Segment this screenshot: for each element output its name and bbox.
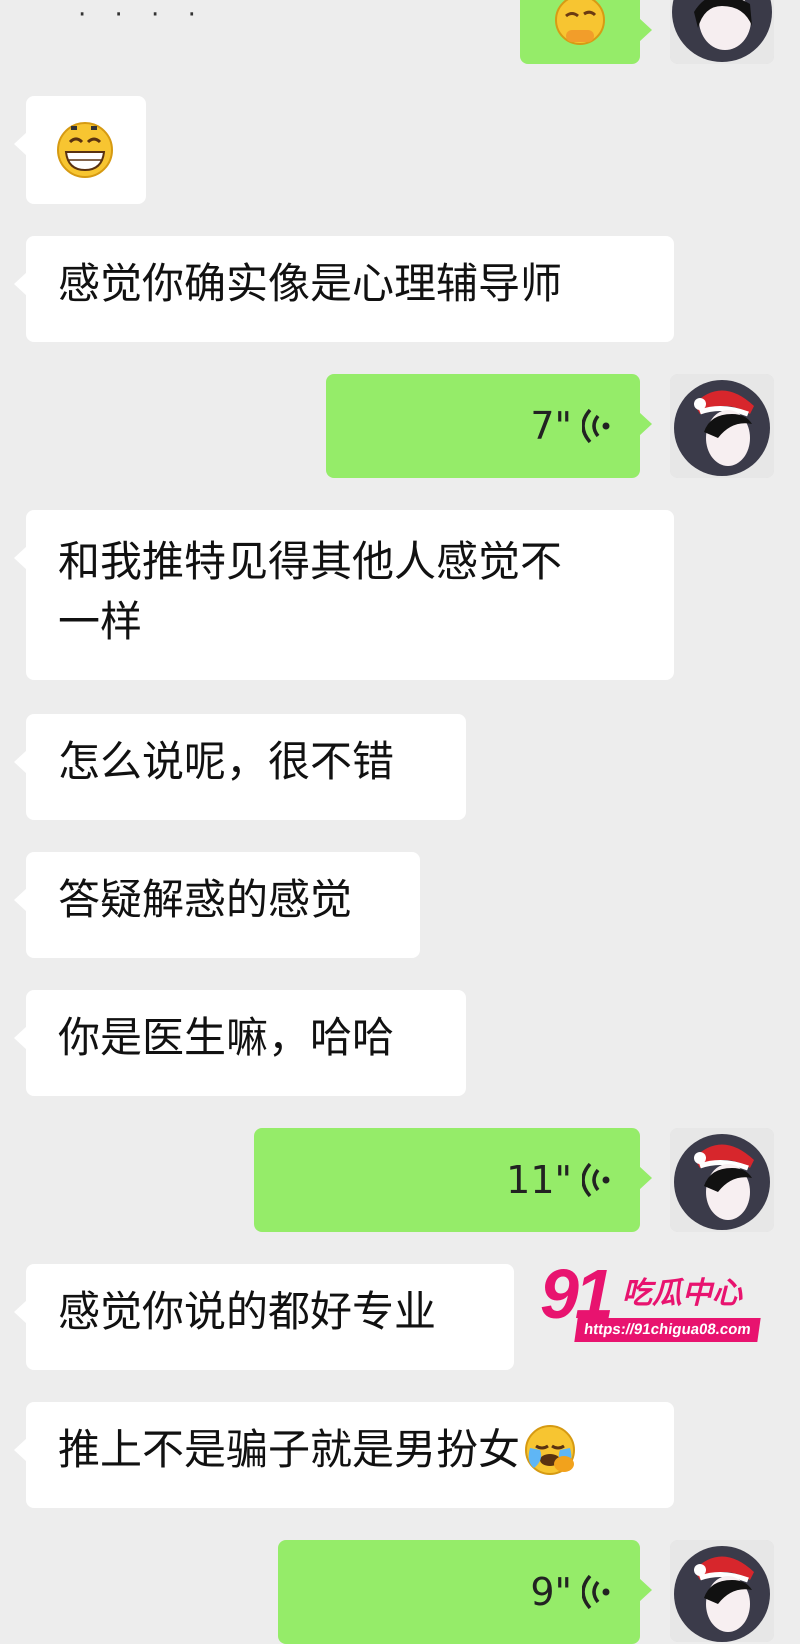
message-bubble-incoming[interactable]: 和我推特见得其他人感觉不 一样 [14, 510, 674, 680]
watermark-logo: 91 吃瓜中心 https://91chigua08.com [540, 1255, 761, 1354]
message-text-content: 推上不是骗子就是男扮女 [58, 1425, 521, 1474]
message-bubble-incoming[interactable]: 怎么说呢，很不错 [14, 714, 466, 820]
avatar[interactable] [670, 374, 774, 478]
emoji-bubble-outgoing[interactable] [520, 0, 652, 64]
message-text: 感觉你确实像是心理辅导师 [58, 259, 563, 308]
message-text: 怎么说呢，很不错 [58, 737, 395, 786]
grinning-face-icon [57, 122, 113, 178]
message-text: 你是医生嘛，哈哈 [58, 1013, 395, 1062]
message-bubble-incoming[interactable]: 你是医生嘛，哈哈 [14, 990, 466, 1096]
watermark-title: 吃瓜中心 [622, 1276, 742, 1311]
avatar[interactable] [670, 1128, 774, 1232]
voice-duration: 9" [530, 1570, 572, 1614]
voice-wave-icon [582, 1162, 610, 1198]
thinking-face-icon [555, 0, 605, 45]
message-line: 一样 [58, 597, 143, 646]
voice-duration: 11" [506, 1158, 572, 1202]
message-bubble-incoming[interactable]: 推上不是骗子就是男扮女 [14, 1402, 674, 1508]
avatar[interactable] [670, 0, 774, 64]
message-bubble-incoming[interactable]: 感觉你说的都好专业 [14, 1264, 514, 1370]
message-text: 答疑解惑的感觉 [58, 875, 353, 924]
avatar[interactable] [670, 1540, 774, 1642]
voice-message-bubble[interactable]: 7" [326, 374, 652, 478]
message-bubble-incoming[interactable]: 感觉你确实像是心理辅导师 [14, 236, 674, 342]
voice-wave-icon [582, 408, 610, 444]
crying-face-icon [525, 1425, 576, 1475]
typing-dots: · · · · [78, 0, 206, 30]
voice-duration: 7" [530, 404, 572, 448]
message-line: 和我推特见得其他人感觉不 [58, 537, 563, 586]
emoji-bubble-incoming[interactable] [14, 96, 146, 204]
message-text: 推上不是骗子就是男扮女 [58, 1420, 650, 1480]
message-text: 和我推特见得其他人感觉不 一样 [58, 532, 650, 652]
voice-wave-icon [582, 1574, 610, 1610]
message-text: 感觉你说的都好专业 [58, 1287, 437, 1336]
voice-message-bubble[interactable]: 11" [254, 1128, 652, 1232]
message-bubble-incoming[interactable]: 答疑解惑的感觉 [14, 852, 420, 958]
voice-message-bubble[interactable]: 9" [278, 1540, 652, 1644]
watermark-url: https://91chigua08.com [574, 1318, 761, 1342]
